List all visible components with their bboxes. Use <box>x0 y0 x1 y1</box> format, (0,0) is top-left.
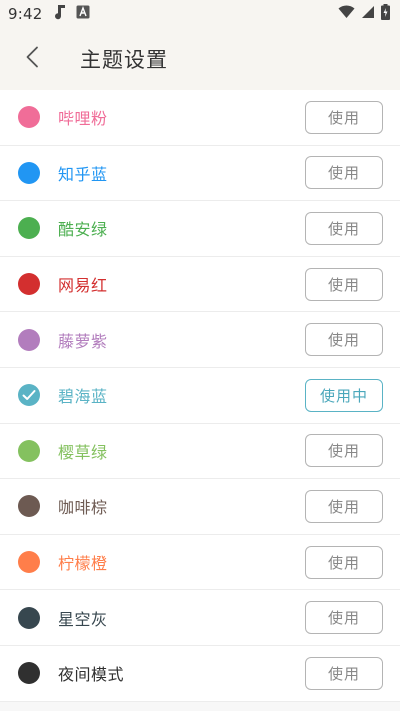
use-theme-button[interactable]: 使用 <box>305 323 383 357</box>
battery-charging-icon <box>381 4 390 24</box>
keyboard-a-icon <box>76 5 90 23</box>
theme-name: 知乎蓝 <box>58 164 108 184</box>
theme-color-dot <box>18 328 40 351</box>
theme-row[interactable]: 咖啡棕 使用 <box>0 479 400 535</box>
signal-icon <box>361 5 375 23</box>
theme-color-dot <box>18 217 40 240</box>
use-theme-button[interactable]: 使用 <box>305 100 383 134</box>
theme-color-dot <box>18 273 40 296</box>
back-button[interactable] <box>0 28 64 90</box>
theme-color-dot <box>18 439 40 462</box>
use-theme-button[interactable]: 使用 <box>305 489 383 523</box>
theme-name: 柠檬橙 <box>58 554 108 574</box>
theme-list: 哔哩粉 使用 知乎蓝 使用 酷安绿 使用 网易红 使用 藤萝紫 使用 碧海蓝 使用中 樱草绿 使用 咖啡棕使… <box>0 90 400 702</box>
theme-color-dot <box>18 106 40 129</box>
theme-row[interactable]: 哔哩粉 使用 <box>0 90 400 146</box>
theme-name: 樱草绿 <box>58 442 108 462</box>
theme-name: 酷安绿 <box>58 220 108 240</box>
theme-row[interactable]: 樱草绿 使用 <box>0 424 400 480</box>
theme-name: 星空灰 <box>58 609 108 629</box>
theme-name: 碧海蓝 <box>58 387 108 407</box>
use-theme-button[interactable]: 使用 <box>305 545 383 579</box>
theme-row[interactable]: 藤萝紫 使用 <box>0 312 400 368</box>
theme-color-dot <box>18 495 40 518</box>
use-theme-button[interactable]: 使用 <box>305 156 383 190</box>
status-bar: 9:42 <box>0 0 400 28</box>
theme-name: 网易红 <box>58 276 108 296</box>
chevron-left-icon <box>25 46 39 72</box>
theme-color-dot <box>18 161 40 184</box>
theme-color-dot <box>18 662 40 685</box>
use-theme-button[interactable]: 使用 <box>305 267 383 301</box>
theme-row[interactable]: 星空灰 使用 <box>0 590 400 646</box>
theme-name: 咖啡棕 <box>58 498 108 518</box>
toolbar: 主题设置 <box>0 28 400 90</box>
page-title: 主题设置 <box>80 48 168 72</box>
check-icon <box>22 389 36 401</box>
use-theme-button[interactable]: 使用 <box>305 434 383 468</box>
use-theme-button[interactable]: 使用 <box>305 601 383 635</box>
theme-row[interactable]: 夜间模式 使用 <box>0 646 400 702</box>
theme-color-dot <box>18 551 40 574</box>
theme-row[interactable]: 知乎蓝 使用 <box>0 146 400 202</box>
in-use-button[interactable]: 使用中 <box>305 378 383 412</box>
status-time: 9:42 <box>8 5 43 23</box>
music-note-icon <box>54 4 66 24</box>
theme-row[interactable]: 网易红 使用 <box>0 257 400 313</box>
theme-color-dot <box>18 606 40 629</box>
theme-row[interactable]: 酷安绿 使用 <box>0 201 400 257</box>
theme-name: 藤萝紫 <box>58 331 108 351</box>
wifi-icon <box>338 5 355 23</box>
use-theme-button[interactable]: 使用 <box>305 656 383 690</box>
status-notification-icons <box>54 4 90 24</box>
theme-row[interactable]: 碧海蓝 使用中 <box>0 368 400 424</box>
theme-row[interactable]: 柠檬橙 使用 <box>0 535 400 591</box>
theme-color-dot-selected <box>18 384 40 407</box>
use-theme-button[interactable]: 使用 <box>305 211 383 245</box>
theme-name: 哔哩粉 <box>58 109 108 129</box>
status-system-icons <box>338 4 390 24</box>
theme-name: 夜间模式 <box>58 665 125 685</box>
